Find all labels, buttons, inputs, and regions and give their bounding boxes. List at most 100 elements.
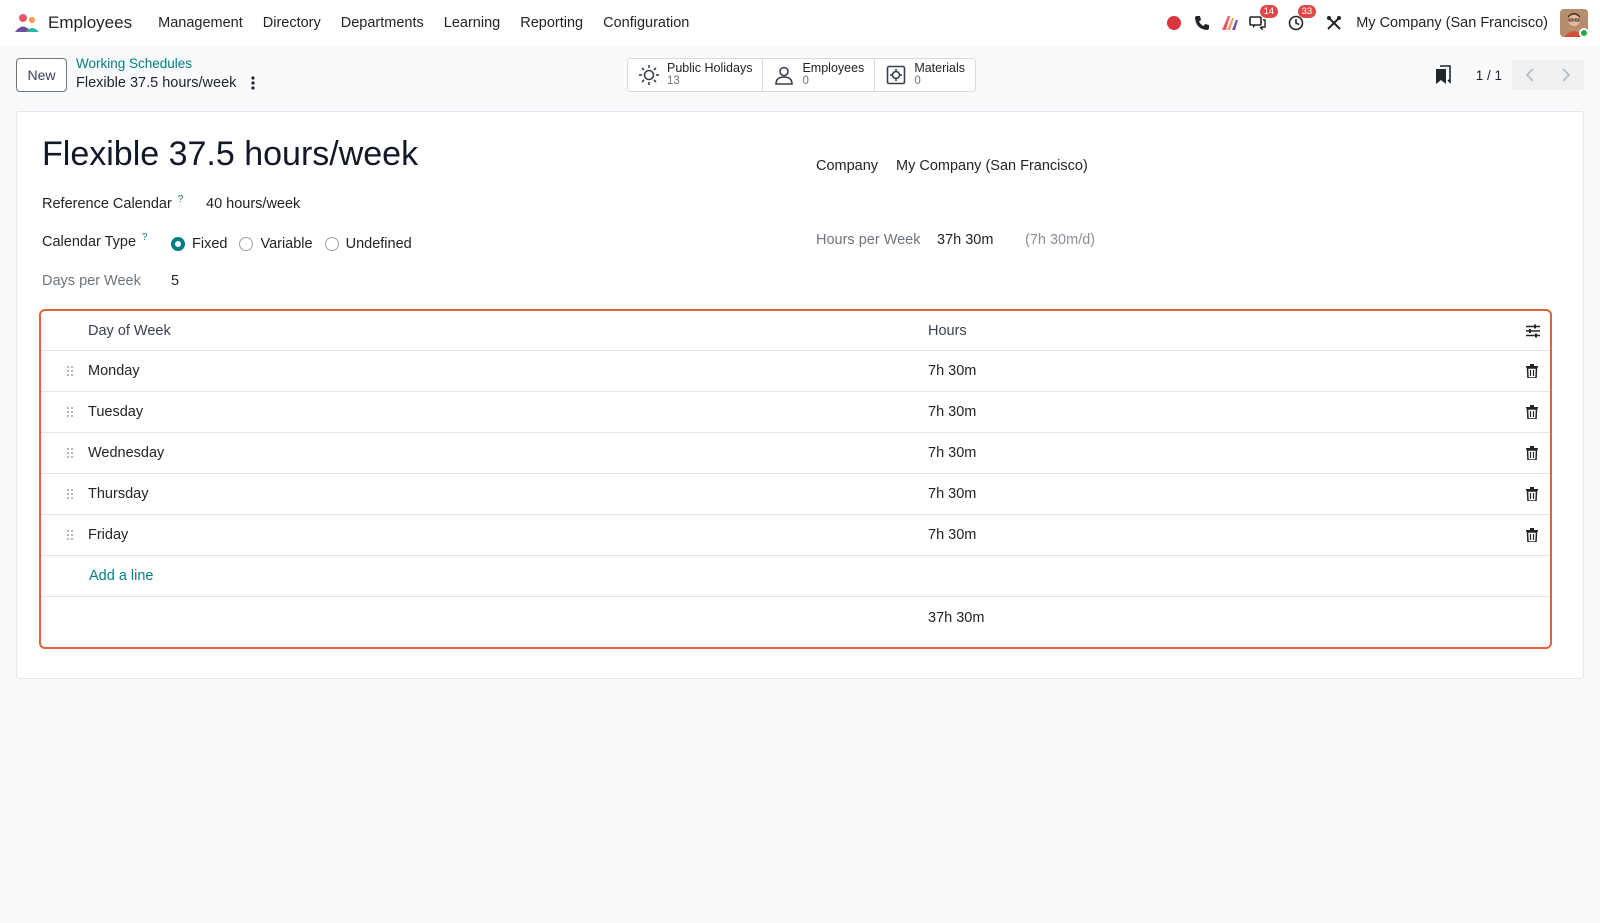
sun-icon bbox=[636, 62, 662, 88]
header-hours[interactable]: Hours bbox=[928, 311, 967, 350]
row-day-cell[interactable]: Thursday bbox=[88, 474, 148, 514]
app-name[interactable]: Employees bbox=[48, 13, 132, 33]
menu-learning[interactable]: Learning bbox=[444, 15, 500, 31]
public-holidays-button[interactable]: Public Holidays 13 bbox=[628, 59, 764, 91]
hours-per-week-label: Hours per Week bbox=[816, 232, 921, 248]
calendar-type-label-text: Calendar Type bbox=[42, 233, 137, 250]
materials-count: 0 bbox=[914, 75, 921, 87]
messages-badge: 14 bbox=[1259, 5, 1279, 18]
trash-icon[interactable] bbox=[1526, 474, 1538, 514]
help-question-icon[interactable]: ? bbox=[142, 232, 148, 243]
table-footer: 37h 30m bbox=[41, 597, 1550, 638]
hours-per-week-field[interactable]: 37h 30m bbox=[937, 232, 993, 248]
radio-undefined-circle[interactable] bbox=[324, 237, 339, 251]
radio-variable-label: Variable bbox=[260, 236, 313, 252]
employees-button[interactable]: Employees 0 bbox=[763, 59, 876, 91]
trash-icon[interactable] bbox=[1526, 515, 1538, 555]
drag-handle-icon[interactable] bbox=[66, 433, 74, 473]
drag-handle-icon[interactable] bbox=[66, 474, 74, 514]
activities-clock-icon[interactable]: 33 bbox=[1282, 5, 1317, 37]
activities-badge: 33 bbox=[1297, 5, 1317, 18]
radio-undefined[interactable]: Undefined bbox=[324, 236, 412, 252]
breadcrumb-working-schedules[interactable]: Working Schedules bbox=[76, 56, 192, 71]
pager-next-icon[interactable] bbox=[1548, 60, 1584, 90]
form-sheet: Flexible 37.5 hours/week Reference Calen… bbox=[16, 111, 1584, 679]
pager-value[interactable]: 1 / 1 bbox=[1476, 68, 1502, 83]
smart-buttons: Public Holidays 13 Employees 0 Materials… bbox=[627, 58, 977, 92]
reference-calendar-field[interactable]: 40 hours/week bbox=[206, 196, 300, 212]
menu-departments[interactable]: Departments bbox=[341, 15, 424, 31]
drag-handle-icon[interactable] bbox=[66, 392, 74, 432]
trash-icon[interactable] bbox=[1526, 351, 1538, 391]
radio-undefined-label: Undefined bbox=[345, 236, 412, 252]
help-question-icon[interactable]: ? bbox=[178, 194, 184, 205]
days-per-week-field[interactable]: 5 bbox=[171, 273, 179, 289]
employees-count: 0 bbox=[802, 75, 809, 87]
company-switcher[interactable]: My Company (San Francisco) bbox=[1356, 15, 1548, 31]
table-row[interactable]: Wednesday 7h 30m bbox=[41, 433, 1550, 474]
systray: 14 33 My Company (San Francisco) bbox=[1160, 5, 1588, 37]
row-day-cell[interactable]: Friday bbox=[88, 515, 128, 555]
top-navbar: Employees Management Directory Departmen… bbox=[0, 0, 1600, 46]
row-day-cell[interactable]: Wednesday bbox=[88, 433, 164, 473]
public-holidays-count: 13 bbox=[667, 75, 680, 87]
record-icon[interactable] bbox=[1160, 9, 1188, 37]
drag-handle-icon[interactable] bbox=[66, 351, 74, 391]
tools-icon[interactable] bbox=[1320, 9, 1348, 37]
trash-icon[interactable] bbox=[1526, 392, 1538, 432]
trash-icon[interactable] bbox=[1526, 433, 1538, 473]
table-row[interactable]: Tuesday 7h 30m bbox=[41, 392, 1550, 433]
schedule-name-field[interactable]: Flexible 37.5 hours/week bbox=[42, 135, 418, 174]
user-icon bbox=[771, 62, 797, 88]
row-day-cell[interactable]: Tuesday bbox=[88, 392, 143, 432]
materials-button[interactable]: Materials 0 bbox=[875, 59, 975, 91]
company-label: Company bbox=[816, 158, 879, 174]
optional-columns-icon[interactable] bbox=[1526, 311, 1540, 350]
actions-kebab-icon[interactable] bbox=[246, 74, 260, 92]
row-hours-cell[interactable]: 7h 30m bbox=[928, 474, 976, 514]
attendance-table: Day of Week Hours Monday 7h 30m Tuesday … bbox=[39, 309, 1552, 649]
add-a-line-link[interactable]: Add a line bbox=[89, 556, 154, 596]
menu-reporting[interactable]: Reporting bbox=[520, 15, 583, 31]
reference-calendar-label: Reference Calendar? bbox=[42, 194, 183, 212]
radio-variable-circle[interactable] bbox=[239, 237, 254, 251]
add-line-row: Add a line bbox=[41, 556, 1550, 597]
pager-area: 1 / 1 bbox=[1428, 58, 1584, 92]
radio-variable[interactable]: Variable bbox=[239, 236, 313, 252]
hours-per-day-value: (7h 30m/d) bbox=[1025, 232, 1096, 248]
gear-box-icon bbox=[883, 62, 909, 88]
company-field[interactable]: My Company (San Francisco) bbox=[896, 158, 1088, 174]
days-per-week-label: Days per Week bbox=[42, 273, 141, 289]
phone-icon[interactable] bbox=[1188, 9, 1216, 37]
row-hours-cell[interactable]: 7h 30m bbox=[928, 392, 976, 432]
messages-icon[interactable]: 14 bbox=[1244, 5, 1279, 37]
row-hours-cell[interactable]: 7h 30m bbox=[928, 515, 976, 555]
public-holidays-label: Public Holidays bbox=[667, 61, 753, 75]
radio-fixed[interactable]: Fixed bbox=[171, 236, 227, 252]
menu-configuration[interactable]: Configuration bbox=[603, 15, 689, 31]
bookmark-icon[interactable] bbox=[1428, 60, 1458, 90]
calendar-type-label: Calendar Type? bbox=[42, 232, 148, 250]
header-day-of-week[interactable]: Day of Week bbox=[88, 311, 171, 350]
reference-calendar-label-text: Reference Calendar bbox=[42, 195, 172, 212]
calendar-type-radio-group: Fixed Variable Undefined bbox=[171, 236, 424, 252]
table-row[interactable]: Friday 7h 30m bbox=[41, 515, 1550, 556]
employees-text: Employees 0 bbox=[802, 62, 864, 88]
pager-previous-icon[interactable] bbox=[1512, 60, 1548, 90]
radio-fixed-circle[interactable] bbox=[171, 237, 185, 251]
row-hours-cell[interactable]: 7h 30m bbox=[928, 433, 976, 473]
new-button[interactable]: New bbox=[16, 58, 67, 92]
employees-label: Employees bbox=[802, 61, 865, 75]
total-hours: 37h 30m bbox=[928, 609, 985, 626]
row-hours-cell[interactable]: 7h 30m bbox=[928, 351, 976, 391]
ai-icon[interactable] bbox=[1216, 9, 1244, 37]
pager-buttons bbox=[1512, 60, 1584, 90]
row-day-cell[interactable]: Monday bbox=[88, 351, 140, 391]
table-row[interactable]: Monday 7h 30m bbox=[41, 351, 1550, 392]
employees-app-icon[interactable] bbox=[12, 8, 42, 38]
drag-handle-icon[interactable] bbox=[66, 515, 74, 555]
table-row[interactable]: Thursday 7h 30m bbox=[41, 474, 1550, 515]
menu-directory[interactable]: Directory bbox=[263, 15, 321, 31]
user-avatar[interactable] bbox=[1560, 9, 1588, 37]
menu-management[interactable]: Management bbox=[158, 15, 243, 31]
